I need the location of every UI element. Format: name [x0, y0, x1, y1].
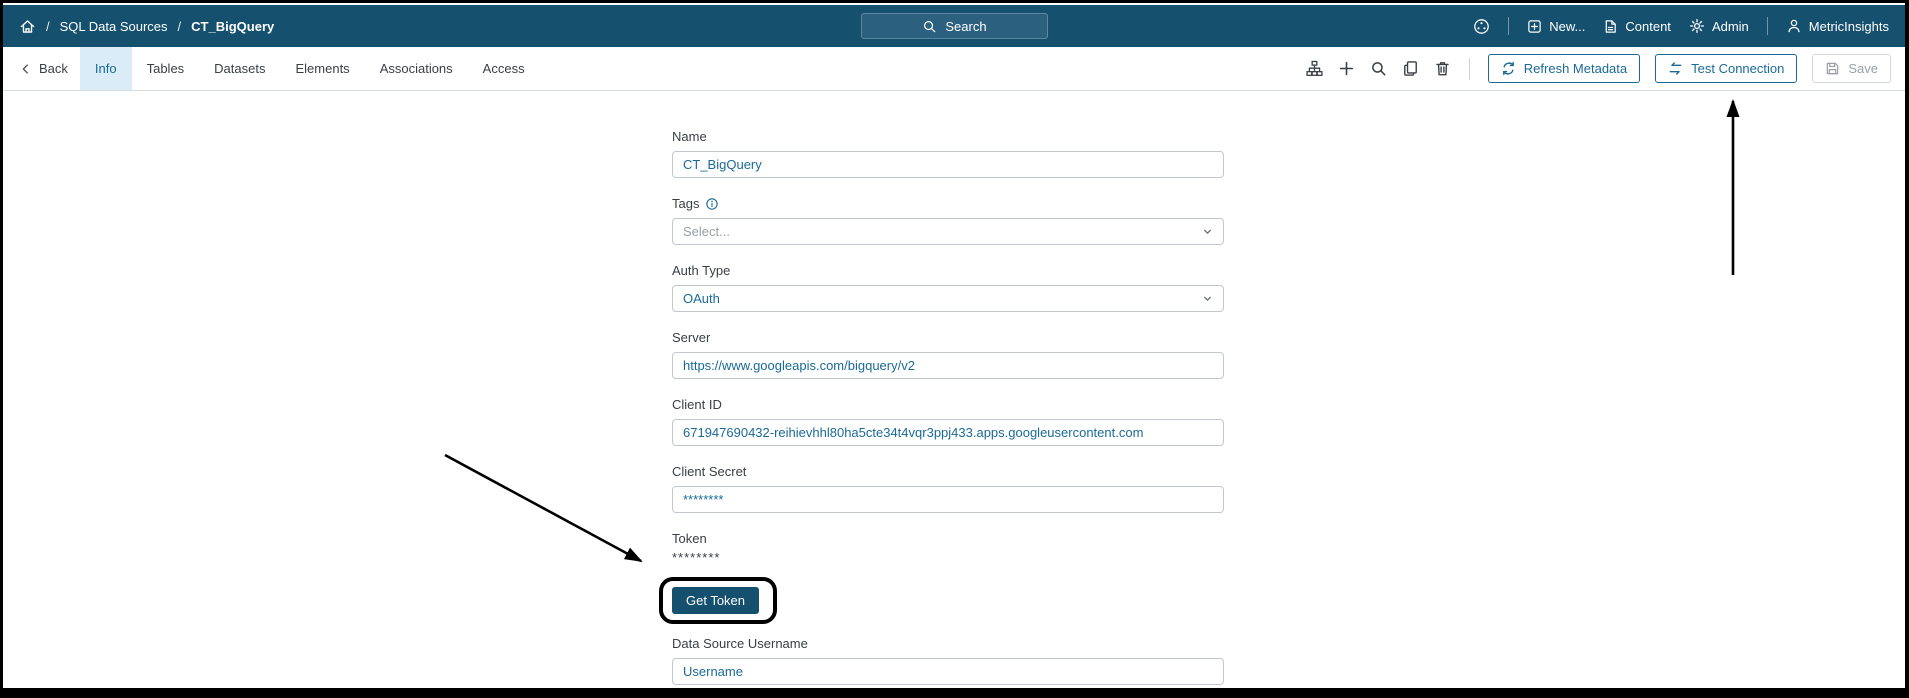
client-id-label: Client ID	[672, 397, 722, 412]
server-label: Server	[672, 330, 711, 345]
user-menu-label: MetricInsights	[1808, 18, 1889, 34]
tags-field-group: Tags Select...	[672, 196, 1224, 245]
new-menu-label: New...	[1549, 18, 1586, 34]
back-label: Back	[39, 61, 68, 76]
client-id-field-group: Client ID	[672, 397, 1224, 446]
breadcrumb-separator: /	[46, 18, 50, 34]
test-connection-button[interactable]: Test Connection	[1655, 54, 1798, 83]
topnav-divider	[1508, 17, 1510, 35]
client-secret-field-group: Client Secret	[672, 464, 1224, 513]
data-source-info-form: Name Tags Select... Auth Type OAuth	[659, 129, 1224, 688]
user-icon	[1786, 18, 1802, 34]
breadcrumb-current-page: CT_BigQuery	[191, 18, 275, 34]
chevron-left-icon	[19, 62, 33, 76]
auth-type-field-group: Auth Type OAuth	[672, 263, 1224, 312]
breadcrumb: / SQL Data Sources / CT_BigQuery	[19, 18, 274, 35]
tab-tables[interactable]: Tables	[132, 47, 200, 90]
save-button[interactable]: Save	[1812, 54, 1891, 83]
name-input[interactable]	[672, 151, 1224, 178]
tab-info[interactable]: Info	[79, 47, 132, 90]
user-menu-button[interactable]: MetricInsights	[1786, 18, 1889, 34]
top-navigation-bar: / SQL Data Sources / CT_BigQuery Search …	[3, 5, 1905, 47]
plus-square-icon	[1527, 19, 1542, 34]
breadcrumb-separator: /	[177, 18, 182, 34]
content-menu-label: Content	[1625, 18, 1671, 34]
tab-datasets[interactable]: Datasets	[199, 47, 280, 90]
refresh-icon	[1501, 61, 1516, 76]
token-label: Token	[672, 531, 707, 546]
tab-elements[interactable]: Elements	[280, 47, 364, 90]
add-icon[interactable]	[1338, 60, 1355, 77]
new-menu-button[interactable]: New...	[1527, 19, 1585, 34]
home-icon[interactable]	[19, 18, 36, 35]
username-field-group: Data Source Username	[672, 636, 1224, 685]
name-field-group: Name	[672, 129, 1224, 178]
chevron-down-icon	[1201, 292, 1214, 305]
tab-access[interactable]: Access	[468, 47, 540, 90]
app-window: / SQL Data Sources / CT_BigQuery Search …	[0, 0, 1909, 698]
search-icon[interactable]	[1370, 60, 1387, 77]
page-toolbar: Back Info Tables Datasets Elements Assoc…	[3, 47, 1905, 91]
annotation-arrow-to-get-token	[444, 453, 643, 563]
breadcrumb-section[interactable]: SQL Data Sources	[60, 19, 168, 34]
token-masked-value: ********	[672, 550, 721, 565]
client-secret-input[interactable]	[672, 486, 1224, 513]
name-label: Name	[672, 129, 707, 144]
search-placeholder: Search	[945, 18, 987, 34]
lineage-sitemap-icon[interactable]	[1306, 60, 1323, 77]
refresh-metadata-button[interactable]: Refresh Metadata	[1487, 54, 1641, 83]
auth-type-select[interactable]: OAuth	[672, 285, 1224, 312]
tags-placeholder: Select...	[683, 224, 730, 239]
tags-select[interactable]: Select...	[672, 218, 1224, 245]
swap-arrows-icon	[1668, 61, 1683, 76]
test-connection-label: Test Connection	[1691, 61, 1785, 76]
tags-label: Tags	[672, 196, 1224, 211]
gear-icon	[1689, 18, 1705, 34]
get-token-button[interactable]: Get Token	[672, 587, 760, 614]
top-right-navigation: New... Content Admin MetricInsights	[1473, 17, 1889, 35]
toolbar-actions: Refresh Metadata Test Connection Save	[1306, 54, 1905, 83]
token-field-group: Token ******** Get Token	[659, 531, 1224, 624]
duplicate-icon[interactable]	[1402, 60, 1419, 77]
global-search-input[interactable]: Search	[861, 13, 1048, 39]
topnav-divider	[1766, 17, 1768, 35]
tab-associations[interactable]: Associations	[365, 47, 468, 90]
server-field-group: Server	[672, 330, 1224, 379]
client-secret-label: Client Secret	[672, 464, 747, 479]
annotation-highlight-ring: Get Token	[659, 577, 778, 624]
auth-type-label: Auth Type	[672, 263, 731, 278]
refresh-metadata-label: Refresh Metadata	[1523, 61, 1628, 76]
delete-trash-icon[interactable]	[1434, 60, 1451, 77]
save-label: Save	[1848, 61, 1878, 76]
admin-menu-button[interactable]: Admin	[1689, 18, 1749, 34]
toolbar-divider	[1468, 57, 1470, 80]
save-floppy-icon	[1825, 61, 1840, 76]
chevron-down-icon	[1201, 225, 1214, 238]
data-source-username-label: Data Source Username	[672, 636, 808, 651]
search-icon	[922, 19, 937, 34]
server-input[interactable]	[672, 352, 1224, 379]
content-menu-button[interactable]: Content	[1603, 19, 1671, 34]
info-icon[interactable]	[705, 197, 719, 211]
admin-menu-label: Admin	[1711, 18, 1749, 34]
assistant-circle-icon[interactable]	[1473, 18, 1490, 35]
auth-type-value: OAuth	[683, 291, 720, 306]
back-button[interactable]: Back	[3, 61, 80, 76]
client-id-input[interactable]	[672, 419, 1224, 446]
data-source-username-input[interactable]	[672, 658, 1224, 685]
document-icon	[1603, 19, 1618, 34]
